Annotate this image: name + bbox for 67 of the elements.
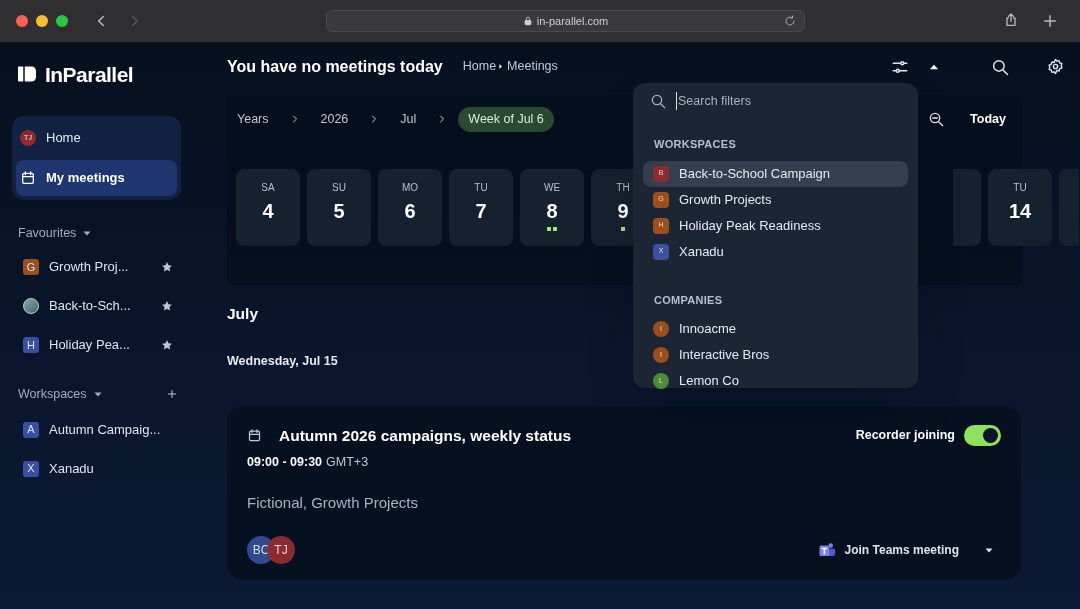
favourite-item[interactable]: H Holiday Pea... [23, 332, 173, 357]
calendar-icon [20, 170, 36, 186]
star-icon [161, 338, 173, 351]
section-title: COMPANIES [653, 292, 724, 308]
search-icon [650, 93, 666, 109]
workspace-item[interactable]: A Autumn Campaig... [23, 417, 188, 442]
section-title: Workspaces [18, 385, 87, 403]
calendar-icon [247, 428, 262, 444]
new-tab-button[interactable] [1041, 12, 1059, 30]
window-control-button[interactable] [16, 15, 28, 27]
meeting-title: Autumn 2026 campaigns, weekly status [279, 426, 572, 446]
timezone-text: GMT+3 [326, 454, 369, 472]
letter-badge: X [23, 460, 39, 477]
breadcrumb-link[interactable]: Home [462, 57, 497, 76]
plus-icon [1041, 12, 1059, 30]
search-icon [991, 57, 1009, 76]
reload-icon [784, 15, 796, 27]
search-button[interactable] [991, 57, 1009, 76]
url-text: in-parallel.com [536, 13, 609, 29]
window-control-button[interactable] [56, 15, 68, 27]
zoom-out-button[interactable] [928, 111, 945, 127]
share-button[interactable] [1003, 12, 1019, 28]
settings-button[interactable] [1047, 58, 1064, 75]
meeting-time: 09:00 - 09:30 [247, 454, 323, 472]
add-workspace-button[interactable] [166, 388, 178, 401]
breadcrumb-current: Meetings [507, 58, 558, 76]
plus-icon [166, 388, 178, 401]
day-card[interactable]: SU 5 [307, 169, 371, 246]
favourite-item[interactable]: G Growth Proj... [23, 254, 173, 279]
workspace-item[interactable]: X Xanadu [23, 456, 188, 481]
section-title: WORKSPACES [653, 137, 737, 152]
day-card[interactable]: WE 8 [520, 169, 584, 246]
letter-badge: H [23, 336, 39, 353]
window-control-button[interactable] [36, 15, 48, 27]
today-button[interactable]: Today [964, 109, 1012, 129]
day-card[interactable]: TU 14 [988, 169, 1052, 246]
star-icon [161, 260, 173, 273]
address-bar[interactable]: in-parallel.com [326, 10, 805, 32]
page-title: You have no meetings today [227, 56, 443, 77]
lock-icon [522, 16, 533, 26]
star-icon [161, 299, 173, 312]
join-meeting-button[interactable]: Join Teams meeting [817, 540, 959, 559]
day-card[interactable]: TU 7 [449, 169, 513, 246]
timeline-crumb[interactable]: Years [227, 106, 279, 132]
timeline-crumb[interactable]: Week of Jul 6 [458, 106, 554, 132]
nav-item[interactable]: My meetings [16, 160, 177, 196]
toggle-label: Recorder joining [855, 427, 955, 445]
recorder-toggle[interactable] [964, 425, 1001, 447]
section-title: Favourites [18, 225, 77, 242]
teams-icon [817, 540, 836, 559]
timeline-crumb[interactable]: 2026 [310, 106, 359, 132]
photo-placeholder [23, 297, 39, 314]
settings-icon [1047, 58, 1064, 75]
logo-text: InParallel [45, 63, 134, 85]
search-filters-field[interactable]: Search filters [676, 91, 896, 111]
day-card[interactable]: MO 6 [378, 169, 442, 246]
day-card[interactable]: SA 4 [236, 169, 300, 246]
share-icon [1003, 12, 1019, 28]
attendee-avatar: TJ [267, 535, 295, 564]
letter-badge: A [23, 421, 39, 438]
date-heading: Wednesday, Jul 15 [227, 353, 338, 371]
meeting-subtitle: Fictional, Growth Projects [247, 493, 419, 513]
month-heading: July [227, 304, 258, 324]
letter-badge: G [23, 258, 39, 275]
zoom-out-icon [928, 111, 945, 127]
timeline-crumb[interactable]: Jul [390, 106, 427, 132]
favourite-item[interactable]: Back-to-Sch... [23, 293, 173, 318]
